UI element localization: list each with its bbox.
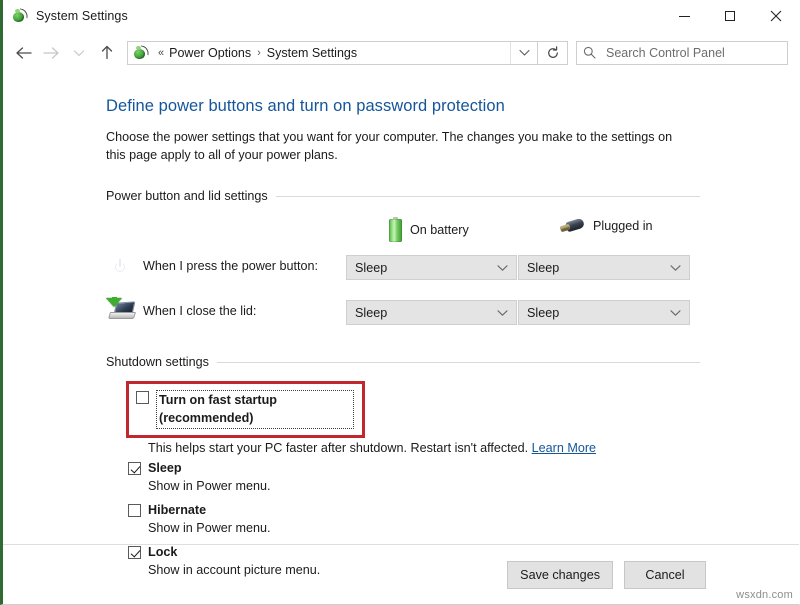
fast-startup-description-row: This helps start your PC faster after sh… [148, 441, 799, 455]
maximize-icon [725, 11, 735, 21]
maximize-button[interactable] [707, 0, 753, 32]
select-power-button-plugged-in[interactable]: Sleep [518, 255, 690, 280]
search-icon [583, 46, 596, 59]
system-settings-window: System Settings [0, 0, 800, 605]
column-label: Plugged in [593, 219, 653, 233]
breadcrumb: « Power Options › System Settings [153, 46, 510, 60]
watermark: wsxdn.com [736, 589, 793, 601]
refresh-button[interactable] [538, 41, 568, 65]
fast-startup-highlight: Turn on fast startup (recommended) [126, 381, 365, 438]
section-divider [276, 196, 700, 197]
checkbox-row-sleep[interactable]: Sleep [128, 461, 799, 476]
window-controls [661, 0, 799, 32]
chevron-down-icon [497, 309, 516, 317]
battery-icon [389, 217, 402, 242]
shutdown-option-sleep: Sleep Show in Power menu. [128, 461, 799, 495]
address-dropdown-button[interactable] [510, 42, 537, 64]
power-plug-icon [559, 217, 585, 235]
address-bar-right [510, 42, 537, 64]
title-bar-left: System Settings [3, 8, 128, 24]
refresh-icon [546, 46, 560, 60]
shutdown-option-hibernate: Hibernate Show in Power menu. [128, 503, 799, 537]
minimize-icon [679, 16, 690, 17]
breadcrumb-item-system-settings[interactable]: System Settings [267, 46, 357, 60]
window-title: System Settings [36, 9, 128, 23]
title-bar: System Settings [3, 0, 799, 32]
navigation-bar: « Power Options › System Settings [3, 32, 799, 73]
forward-button[interactable] [37, 38, 65, 68]
save-changes-button[interactable]: Save changes [507, 561, 613, 589]
breadcrumb-separator[interactable]: › [251, 47, 267, 59]
select-value: Sleep [519, 306, 559, 320]
footer-actions: Save changes Cancel [3, 545, 799, 604]
chevron-down-icon [73, 48, 85, 58]
minimize-button[interactable] [661, 0, 707, 32]
main-content: Define power buttons and turn on passwor… [3, 97, 799, 567]
checkbox-hibernate[interactable] [128, 504, 141, 517]
checkbox-row-hibernate[interactable]: Hibernate [128, 503, 799, 518]
page-title: Define power buttons and turn on passwor… [106, 97, 799, 116]
chevron-down-icon [497, 264, 516, 272]
back-button[interactable] [9, 38, 37, 68]
chevron-down-icon [670, 309, 689, 317]
checkbox-fast-startup[interactable] [136, 391, 149, 404]
search-input[interactable]: Search Control Panel [606, 46, 725, 60]
checkbox-label: Hibernate [148, 503, 206, 518]
up-arrow-icon [100, 45, 114, 60]
up-button[interactable] [93, 38, 121, 68]
checkbox-label: Sleep [148, 461, 182, 476]
section-divider [217, 362, 700, 363]
address-bar-icon-wrap [128, 45, 153, 61]
search-icon-wrap [577, 46, 601, 59]
column-header-plugged-in: Plugged in [559, 217, 653, 235]
column-label: On battery [410, 223, 469, 237]
column-header-on-battery: On battery [389, 217, 469, 242]
breadcrumb-overflow-chevron[interactable]: « [153, 47, 169, 59]
checkbox-label: Turn on fast startup (recommended) [159, 393, 277, 425]
checkbox-sleep[interactable] [128, 462, 141, 475]
learn-more-link[interactable]: Learn More [532, 441, 596, 455]
option-description: Show in Power menu. [148, 478, 799, 495]
column-headers: On battery Plugged in [106, 213, 700, 247]
chevron-down-icon [519, 48, 530, 57]
section-header-power-lid: Power button and lid settings [106, 189, 700, 203]
setting-row-power-button: When I press the power button: Sleep Sle… [106, 247, 700, 292]
section-title: Power button and lid settings [106, 189, 268, 203]
chevron-down-icon [670, 264, 689, 272]
select-close-lid-on-battery[interactable]: Sleep [346, 300, 517, 325]
select-value: Sleep [347, 261, 387, 275]
setting-label: When I press the power button: [143, 259, 318, 273]
forward-arrow-icon [43, 46, 60, 60]
select-close-lid-plugged-in[interactable]: Sleep [518, 300, 690, 325]
address-bar[interactable]: « Power Options › System Settings [127, 41, 538, 65]
control-panel-icon [12, 8, 28, 24]
setting-row-close-lid: When I close the lid: Sleep Sleep [106, 292, 700, 337]
recent-locations-button[interactable] [65, 38, 93, 68]
cancel-button[interactable]: Cancel [624, 561, 706, 589]
select-power-button-on-battery[interactable]: Sleep [346, 255, 517, 280]
page-description: Choose the power settings that you want … [106, 128, 684, 164]
select-value: Sleep [519, 261, 559, 275]
option-description: Show in Power menu. [148, 520, 799, 537]
section-title: Shutdown settings [106, 355, 209, 369]
checkbox-row-fast-startup[interactable]: Turn on fast startup (recommended) [136, 390, 354, 429]
section-header-shutdown: Shutdown settings [106, 355, 700, 369]
close-button[interactable] [753, 0, 799, 32]
breadcrumb-item-power-options[interactable]: Power Options [169, 46, 251, 60]
select-value: Sleep [347, 306, 387, 320]
fast-startup-focus-outline: Turn on fast startup (recommended) [156, 390, 354, 429]
back-arrow-icon [15, 46, 32, 60]
search-box[interactable]: Search Control Panel [576, 41, 788, 65]
close-icon [770, 10, 782, 22]
setting-label: When I close the lid: [143, 304, 256, 318]
control-panel-icon [133, 45, 149, 61]
fast-startup-description: This helps start your PC faster after sh… [148, 441, 528, 455]
